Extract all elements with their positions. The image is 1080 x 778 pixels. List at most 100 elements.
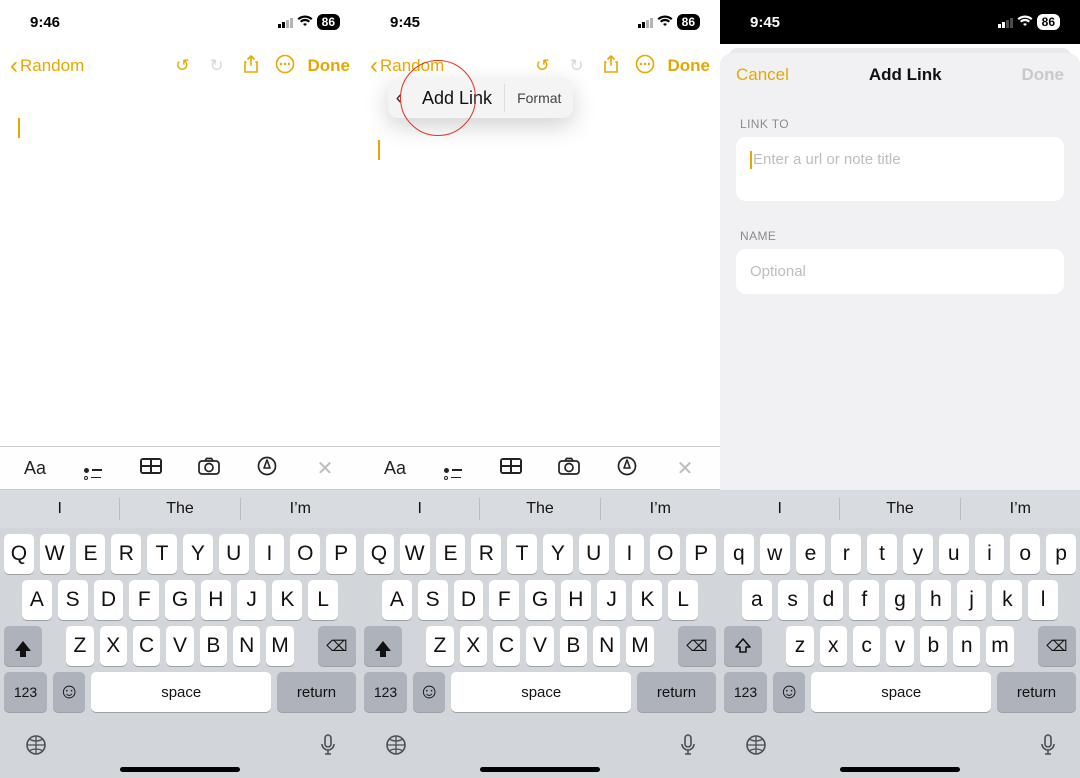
numbers-key[interactable]: 123 bbox=[724, 672, 767, 712]
key-l[interactable]: l bbox=[1028, 580, 1058, 620]
suggestion-2[interactable]: The bbox=[120, 490, 239, 528]
suggestion-2[interactable]: The bbox=[480, 490, 599, 528]
close-toolbar-icon[interactable]: ✕ bbox=[298, 456, 352, 481]
emoji-key[interactable]: ☺ bbox=[53, 672, 85, 712]
key-m[interactable]: m bbox=[986, 626, 1013, 666]
key-b[interactable]: B bbox=[560, 626, 587, 666]
camera-button[interactable] bbox=[182, 457, 236, 480]
undo-icon[interactable]: ↺ bbox=[168, 56, 198, 76]
key-d[interactable]: D bbox=[454, 580, 484, 620]
key-a[interactable]: a bbox=[742, 580, 772, 620]
text-style-button[interactable]: Aa bbox=[8, 458, 62, 479]
cancel-button[interactable]: Cancel bbox=[736, 65, 789, 85]
key-z[interactable]: z bbox=[786, 626, 813, 666]
return-key[interactable]: return bbox=[277, 672, 356, 712]
mic-icon[interactable] bbox=[680, 734, 696, 762]
key-c[interactable]: c bbox=[853, 626, 880, 666]
key-i[interactable]: I bbox=[615, 534, 645, 574]
key-n[interactable]: N bbox=[593, 626, 620, 666]
checklist-button[interactable] bbox=[426, 457, 480, 480]
key-u[interactable]: U bbox=[219, 534, 249, 574]
key-i[interactable]: I bbox=[255, 534, 285, 574]
key-x[interactable]: X bbox=[100, 626, 127, 666]
key-s[interactable]: S bbox=[58, 580, 88, 620]
context-format[interactable]: Format bbox=[505, 90, 573, 106]
numbers-key[interactable]: 123 bbox=[364, 672, 407, 712]
key-a[interactable]: A bbox=[22, 580, 52, 620]
share-icon[interactable] bbox=[596, 55, 626, 78]
context-add-link[interactable]: Add Link bbox=[410, 88, 504, 109]
key-z[interactable]: Z bbox=[426, 626, 453, 666]
return-key[interactable]: return bbox=[637, 672, 716, 712]
suggestion-1[interactable]: I bbox=[360, 490, 479, 528]
emoji-key[interactable]: ☺ bbox=[413, 672, 445, 712]
name-field[interactable]: Optional bbox=[736, 249, 1064, 294]
key-q[interactable]: q bbox=[724, 534, 754, 574]
key-i[interactable]: i bbox=[975, 534, 1005, 574]
keyboard[interactable]: I The I’m QWERTYUIOP ASDFGHJKL ZXCVBNM ⌫… bbox=[0, 490, 360, 778]
table-button[interactable] bbox=[124, 458, 178, 479]
key-d[interactable]: D bbox=[94, 580, 124, 620]
key-v[interactable]: V bbox=[526, 626, 553, 666]
return-key[interactable]: return bbox=[997, 672, 1076, 712]
done-button[interactable]: Done bbox=[664, 56, 711, 76]
space-key[interactable]: space bbox=[811, 672, 991, 712]
globe-icon[interactable] bbox=[24, 733, 48, 763]
note-body[interactable] bbox=[0, 88, 360, 446]
key-k[interactable]: k bbox=[992, 580, 1022, 620]
key-v[interactable]: V bbox=[166, 626, 193, 666]
key-o[interactable]: o bbox=[1010, 534, 1040, 574]
key-q[interactable]: Q bbox=[4, 534, 34, 574]
home-indicator[interactable] bbox=[840, 767, 960, 772]
shift-key[interactable] bbox=[724, 626, 762, 666]
key-x[interactable]: x bbox=[820, 626, 847, 666]
key-r[interactable]: r bbox=[831, 534, 861, 574]
numbers-key[interactable]: 123 bbox=[4, 672, 47, 712]
key-g[interactable]: G bbox=[525, 580, 555, 620]
shift-key[interactable] bbox=[364, 626, 402, 666]
suggestion-1[interactable]: I bbox=[0, 490, 119, 528]
suggestion-1[interactable]: I bbox=[720, 490, 839, 528]
key-g[interactable]: G bbox=[165, 580, 195, 620]
key-l[interactable]: L bbox=[308, 580, 338, 620]
text-style-button[interactable]: Aa bbox=[368, 458, 422, 479]
key-o[interactable]: O bbox=[290, 534, 320, 574]
suggestion-3[interactable]: I’m bbox=[241, 490, 360, 528]
key-w[interactable]: W bbox=[40, 534, 70, 574]
suggestion-3[interactable]: I’m bbox=[961, 490, 1080, 528]
space-key[interactable]: space bbox=[451, 672, 631, 712]
key-p[interactable]: p bbox=[1046, 534, 1076, 574]
share-icon[interactable] bbox=[236, 55, 266, 78]
key-j[interactable]: j bbox=[957, 580, 987, 620]
key-m[interactable]: M bbox=[266, 626, 293, 666]
key-f[interactable]: F bbox=[489, 580, 519, 620]
back-button[interactable]: ‹ Random bbox=[10, 54, 84, 78]
key-f[interactable]: F bbox=[129, 580, 159, 620]
key-e[interactable]: E bbox=[76, 534, 106, 574]
markup-button[interactable] bbox=[600, 456, 654, 481]
table-button[interactable] bbox=[484, 458, 538, 479]
key-w[interactable]: w bbox=[760, 534, 790, 574]
popover-prev-icon[interactable]: ‹ bbox=[388, 87, 410, 110]
back-button[interactable]: ‹ Random bbox=[370, 54, 444, 78]
key-j[interactable]: J bbox=[597, 580, 627, 620]
key-h[interactable]: h bbox=[921, 580, 951, 620]
keyboard[interactable]: I The I’m qwertyuiop asdfghjkl zxcvbnm ⌫… bbox=[720, 490, 1080, 778]
key-f[interactable]: f bbox=[849, 580, 879, 620]
undo-icon[interactable]: ↺ bbox=[528, 56, 558, 76]
sheet-done-button[interactable]: Done bbox=[1022, 65, 1065, 85]
key-a[interactable]: A bbox=[382, 580, 412, 620]
key-d[interactable]: d bbox=[814, 580, 844, 620]
backspace-key[interactable]: ⌫ bbox=[318, 626, 356, 666]
markup-button[interactable] bbox=[240, 456, 294, 481]
key-y[interactable]: Y bbox=[543, 534, 573, 574]
key-h[interactable]: H bbox=[561, 580, 591, 620]
key-e[interactable]: E bbox=[436, 534, 466, 574]
key-p[interactable]: P bbox=[686, 534, 716, 574]
close-toolbar-icon[interactable]: ✕ bbox=[658, 456, 712, 481]
key-u[interactable]: U bbox=[579, 534, 609, 574]
key-q[interactable]: Q bbox=[364, 534, 394, 574]
key-h[interactable]: H bbox=[201, 580, 231, 620]
key-c[interactable]: C bbox=[133, 626, 160, 666]
key-t[interactable]: T bbox=[507, 534, 537, 574]
